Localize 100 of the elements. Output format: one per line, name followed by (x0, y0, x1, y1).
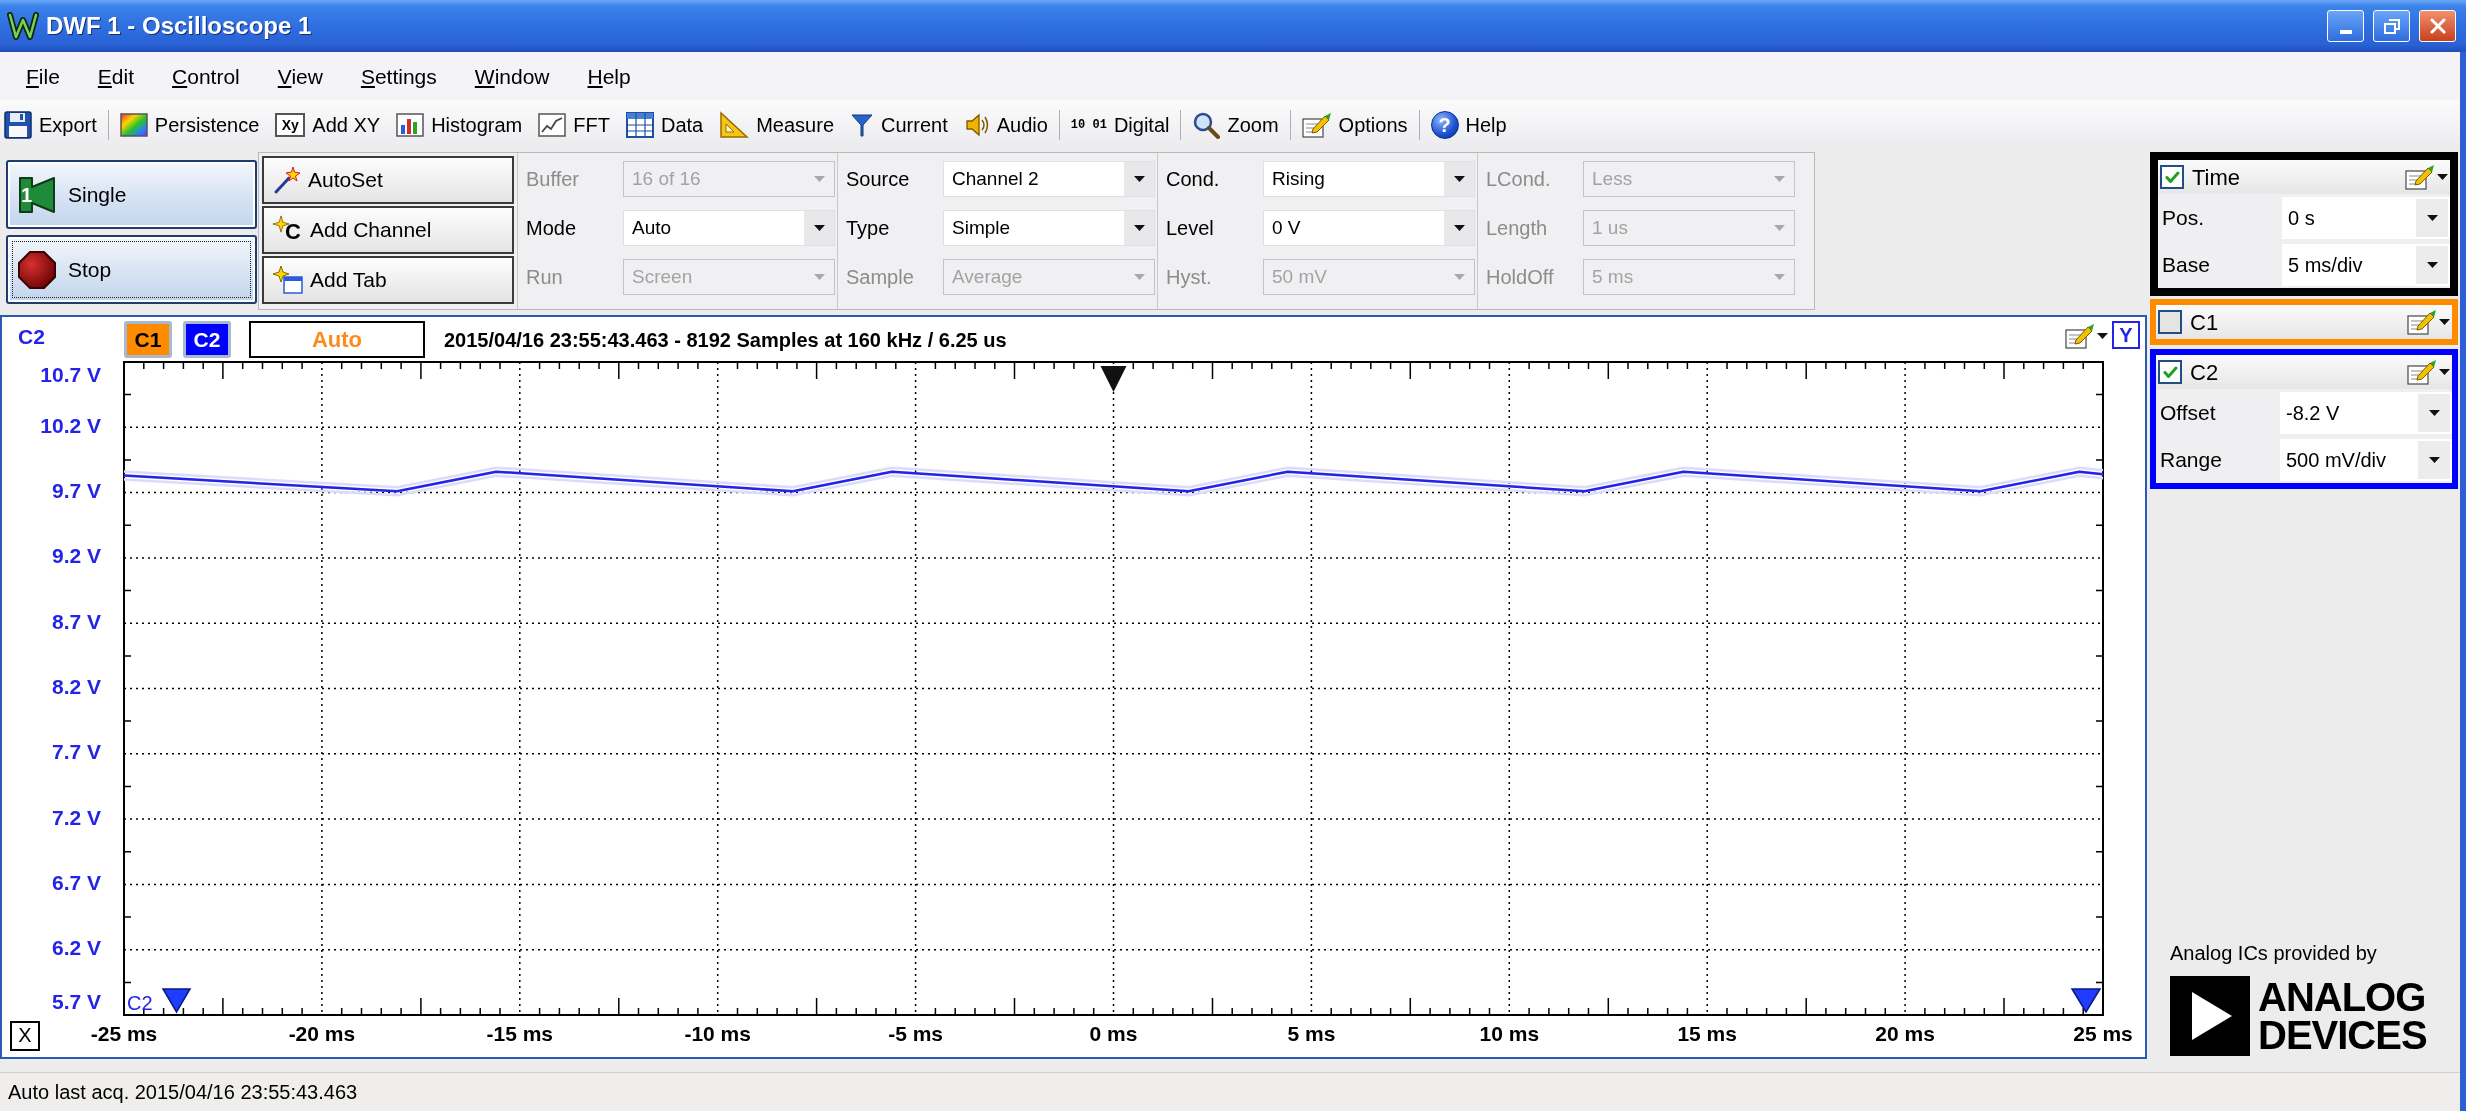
dropdown[interactable]: Auto (623, 210, 835, 246)
field-label: Sample (846, 265, 915, 290)
dropdown[interactable]: 500 mV/div (2280, 438, 2452, 481)
minimize-button[interactable] (2327, 10, 2364, 42)
toolbar-button[interactable]: Zoom (1190, 105, 1281, 145)
toolbar-button[interactable]: 10 01 Digital (1068, 105, 1172, 145)
restore-icon (2383, 18, 2400, 34)
y-axis-label: 6.2 V (51, 936, 101, 960)
dropdown[interactable]: Channel 2 (943, 161, 1155, 197)
checkbox[interactable] (2160, 165, 2184, 189)
check-icon (2162, 365, 2178, 379)
menu-item[interactable]: Window (455, 65, 569, 87)
dropdown[interactable]: 5 ms/div (2282, 243, 2450, 286)
dropdown[interactable]: 0 s (2282, 196, 2450, 239)
toolbar-button[interactable]: Export (2, 105, 99, 145)
toolbar-button[interactable]: Histogram (394, 105, 525, 145)
field-label: Hyst. (1166, 265, 1213, 290)
caret-icon (1773, 225, 1785, 231)
field-label: Offset (2160, 399, 2217, 426)
caret-icon (1453, 176, 1465, 182)
panel-title: Time (2192, 163, 2241, 192)
menu-item[interactable]: Settings (341, 65, 456, 87)
toolbar-button[interactable]: Options (1299, 105, 1410, 145)
x-axis-label: 20 ms (1875, 1021, 1935, 1045)
menu-item[interactable]: File (7, 65, 79, 87)
axis-title: C2 (18, 325, 45, 348)
single-button[interactable]: 1 Single (6, 160, 257, 229)
x-axis-label: -25 ms (90, 1021, 158, 1045)
x-axis-button[interactable]: X (10, 1021, 40, 1051)
x-axis-label: 5 ms (1287, 1021, 1336, 1045)
caret-icon (1453, 225, 1465, 231)
toolbar-button[interactable]: Measure (717, 105, 836, 145)
field-label: Mode (526, 216, 578, 241)
field-label: Source (846, 167, 911, 192)
close-button[interactable] (2419, 10, 2456, 42)
caret-icon (1453, 274, 1465, 280)
field-label: Run (526, 265, 564, 290)
menu-item[interactable]: Edit (78, 65, 154, 87)
y-axis-label: 9.7 V (51, 479, 101, 503)
autoset-button[interactable]: AutoSet (262, 156, 514, 204)
toolbar-button[interactable]: Xy Add XY (273, 105, 383, 145)
field-label: Pos. (2162, 204, 2206, 231)
add-tab-button[interactable]: Add Tab (262, 256, 514, 304)
restore-button[interactable] (2373, 10, 2410, 42)
checkbox[interactable] (2158, 310, 2182, 334)
y-axis-label: 7.2 V (51, 805, 101, 829)
channel-tab[interactable]: C1 (124, 321, 172, 358)
play-icon (18, 175, 56, 214)
plot-options-button[interactable] (2065, 323, 2108, 349)
field-label: Type (846, 216, 891, 241)
add-channel-button[interactable]: C Add Channel (262, 206, 514, 254)
toolbar-button[interactable]: Data (623, 105, 706, 145)
panel-title: C1 (2190, 308, 2219, 337)
xy-glyph: Xy (275, 113, 306, 137)
x-axis-label: 10 ms (1479, 1021, 1540, 1045)
checkbox[interactable] (2158, 360, 2182, 384)
caret-icon (1773, 274, 1785, 280)
panel-options-button[interactable] (2407, 309, 2450, 335)
y-axis-label: 10.7 V (40, 362, 101, 386)
window-title: DWF 1 - Oscilloscope 1 (46, 11, 312, 41)
stop-button[interactable]: Stop (6, 235, 257, 304)
trigger-status: Auto (249, 321, 425, 358)
panel-options-button[interactable] (2405, 164, 2448, 190)
triangle-marker-icon (161, 988, 192, 1014)
toolbar-button[interactable]: Persistence (117, 105, 262, 145)
caret-icon (2428, 456, 2440, 463)
field-label: Buffer (526, 167, 580, 192)
dropdown[interactable]: 0 V (1263, 210, 1475, 246)
dropdown[interactable]: -8.2 V (2280, 391, 2452, 434)
close-icon (2429, 18, 2446, 34)
caret-icon (813, 274, 825, 280)
field-label: Length (1486, 216, 1549, 241)
y-axis-label: 8.2 V (51, 675, 101, 699)
toolbar-button[interactable]: ? Help (1428, 105, 1509, 145)
y-axis-button[interactable]: Y (2112, 321, 2140, 349)
status-text: Auto last acq. 2015/04/16 23:55:43.463 (8, 1080, 358, 1105)
funnel-icon (850, 112, 874, 138)
channel-tab[interactable]: C2 (183, 321, 231, 358)
dropdown[interactable]: Simple (943, 210, 1155, 246)
clipboard-pencil-icon (2065, 323, 2095, 349)
waveform-logo-icon (6, 10, 40, 42)
menu-item[interactable]: Help (568, 65, 650, 87)
x-axis-label: -20 ms (288, 1021, 356, 1045)
y-axis-label: 7.7 V (51, 740, 101, 764)
acquisition-info: 2015/04/16 23:55:43.463 - 8192 Samples at 160 kHz / 6.25 us (444, 328, 1007, 353)
clipboard-pencil-icon (2407, 359, 2437, 385)
menu-item[interactable]: Control (153, 65, 259, 87)
panel-options-button[interactable] (2407, 359, 2450, 385)
line-chart-icon (538, 113, 567, 137)
caret-icon (1133, 176, 1145, 182)
triangle-marker-icon (2070, 988, 2102, 1014)
caret-icon (2439, 319, 2450, 325)
toolbar-button[interactable]: Current (848, 105, 950, 145)
caret-icon (1773, 176, 1785, 182)
toolbar-button[interactable]: Audio (961, 105, 1050, 145)
menu-item[interactable]: View (258, 65, 342, 87)
sparkle-window-icon (272, 265, 304, 295)
dropdown[interactable]: Rising (1263, 161, 1475, 197)
x-axis-label: 15 ms (1677, 1021, 1737, 1045)
toolbar-button[interactable]: FFT (536, 105, 612, 145)
